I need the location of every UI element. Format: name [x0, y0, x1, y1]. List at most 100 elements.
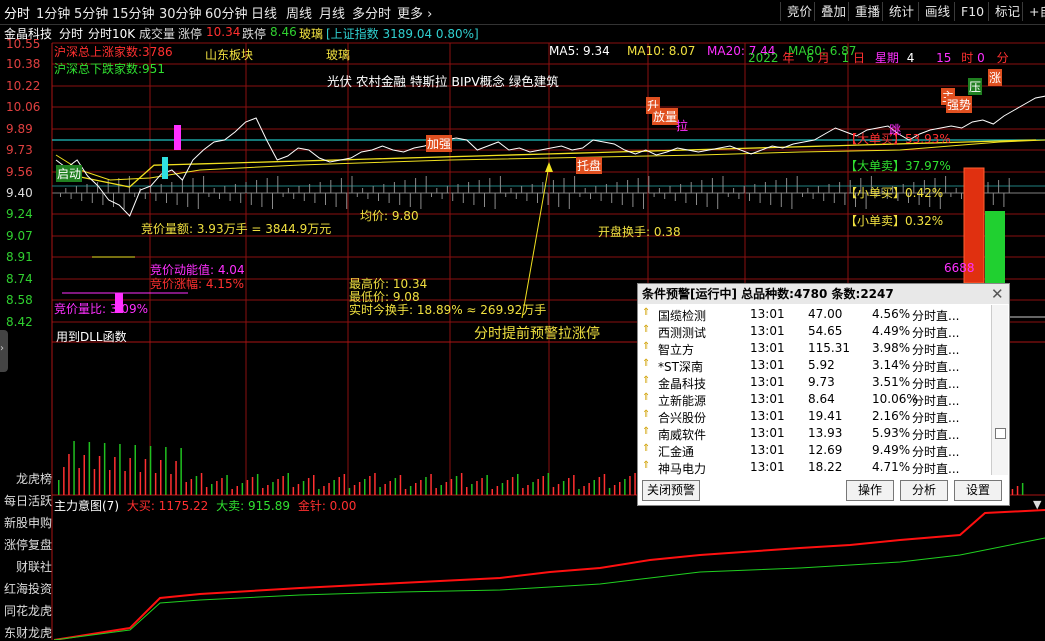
chevron-down-icon[interactable]: ▼ — [1033, 498, 1041, 511]
volume-bar — [629, 476, 631, 495]
volume-bar — [170, 474, 172, 495]
flow-bar — [457, 184, 459, 193]
volume-bar — [455, 476, 458, 495]
volume-bar — [262, 488, 264, 495]
headline: 分时提前预警拉涨停 — [474, 326, 600, 342]
alert-type: 分时直... — [912, 411, 960, 425]
flow-bar — [441, 193, 443, 199]
flow-bar — [282, 193, 284, 197]
scrollbar[interactable] — [991, 305, 1008, 475]
volume-bar — [353, 485, 356, 495]
volume-bar — [369, 476, 371, 495]
alert-row[interactable]: ⇑ 南威软件 13:01 13.93 5.93% 分时直... — [640, 425, 990, 442]
volume-bar — [267, 485, 269, 495]
auction-amount: 竞价量额: 3.93万手 = 3844.9万元 — [141, 222, 332, 236]
alert-row[interactable]: ⇑ 国缆检测 13:01 47.00 4.56% 分时直... — [640, 306, 990, 323]
flow-bar — [812, 193, 814, 199]
auction-bar-magenta — [174, 125, 181, 150]
indicator-buy-line — [53, 509, 1045, 640]
analyze-button[interactable]: 分析 — [900, 480, 948, 501]
volume-bar — [328, 483, 330, 495]
alert-row[interactable]: ⇑ 神马电力 13:01 18.22 4.71% 分时直... — [640, 459, 990, 476]
alert-type: 分时直... — [912, 309, 960, 323]
flow-bar — [446, 186, 448, 193]
flow-bar — [287, 188, 289, 193]
alert-type: 分时直... — [912, 360, 960, 374]
alert-row[interactable]: ⇑ 汇金通 13:01 12.69 9.49% 分时直... — [640, 442, 990, 459]
volume-bar — [302, 481, 305, 495]
volume-bar — [608, 488, 611, 495]
volume-bar — [537, 479, 539, 495]
big-sell-label: 【大单卖】37.97% — [845, 159, 951, 173]
flow-bar — [113, 193, 114, 207]
flow-bar — [356, 193, 358, 197]
volume-bar — [435, 488, 437, 495]
alert-row[interactable]: ⇑ 智立方 13:01 115.31 3.98% 分时直... — [640, 340, 990, 357]
volume-bar — [598, 477, 601, 495]
flow-bar — [537, 193, 538, 203]
close-icon[interactable]: ✕ — [991, 285, 1004, 303]
settings-button[interactable]: 设置 — [954, 480, 1002, 501]
volume-bar — [180, 448, 182, 495]
volume-bar — [394, 478, 397, 495]
alert-row[interactable]: ⇑ 立新能源 13:01 8.64 10.06% 分时直... — [640, 391, 990, 408]
flow-bar — [1003, 193, 1005, 207]
volume-bar — [588, 483, 590, 495]
flow-bar — [213, 188, 215, 193]
alert-stock-name: 合兴股份 — [658, 411, 707, 425]
alert-stock-name: 南威软件 — [658, 428, 707, 442]
flow-bar — [325, 193, 326, 205]
alert-pct: 5.93% — [872, 426, 911, 440]
indicator-sell: 大卖: 915.89 — [216, 499, 290, 513]
tag-ya: 压 — [968, 78, 983, 95]
alert-pct: 3.14% — [872, 358, 911, 372]
volume-bar — [226, 475, 228, 495]
flow-bar — [558, 193, 560, 207]
alert-price: 19.41 — [808, 409, 843, 423]
volume-bar — [542, 476, 544, 495]
alert-price: 115.31 — [808, 341, 850, 355]
tag-jiaqiang: 加强 — [426, 135, 453, 152]
operate-button[interactable]: 操作 — [846, 480, 894, 501]
alert-row[interactable]: ⇑ 金晶科技 13:01 9.73 3.51% 分时直... — [640, 374, 990, 391]
volume-bar — [241, 483, 244, 495]
volume-bar — [379, 487, 381, 495]
flow-bar — [786, 178, 788, 193]
volume-bar — [190, 479, 193, 495]
flow-bar — [473, 193, 475, 205]
tag-la2: 跳 — [889, 123, 902, 137]
volume-bar — [83, 455, 85, 495]
indicator-header: 主力意图(7) 大买: 1175.22 大卖: 915.89 金针: 0.00 — [54, 497, 356, 514]
indicator-name[interactable]: 主力意图(7) — [54, 499, 119, 513]
alert-row[interactable]: ⇑ 西测测试 13:01 54.65 4.49% 分时直... — [640, 323, 990, 340]
down-count: 沪深总下跌家数:951 — [54, 62, 165, 76]
alert-row[interactable]: ⇑ 合兴股份 13:01 19.41 2.16% 分时直... — [640, 408, 990, 425]
flow-bar — [669, 186, 671, 193]
scrollbar-thumb[interactable] — [995, 428, 1006, 439]
flow-bar — [420, 193, 422, 209]
flow-bar — [362, 188, 364, 193]
flow-bar — [60, 193, 61, 197]
flow-bar — [388, 193, 390, 203]
flow-bar — [102, 193, 104, 205]
flow-bar — [574, 176, 576, 193]
flow-bar — [245, 182, 247, 193]
volume-bar — [348, 488, 351, 495]
up-count: 沪深总上涨家数:3786 — [54, 45, 173, 59]
alert-type: 分时直... — [912, 462, 960, 476]
flow-bar — [346, 193, 348, 209]
flow-bar — [637, 178, 639, 193]
alert-row[interactable]: ⇑ *ST深南 13:01 5.92 3.14% 分时直... — [640, 357, 990, 374]
alert-type: 分时直... — [912, 428, 960, 442]
volume-bar — [282, 476, 284, 495]
flow-bar — [266, 178, 268, 193]
region-label: 山东板块 — [205, 48, 254, 62]
close-alert-button[interactable]: 关闭预警 — [642, 480, 700, 501]
volume-bar — [251, 477, 254, 495]
flow-bar — [754, 184, 756, 193]
flow-bar — [515, 193, 517, 199]
alert-stock-name: 智立方 — [658, 343, 695, 357]
flow-bar — [219, 193, 220, 199]
flow-bar — [600, 193, 602, 201]
flow-bar — [627, 180, 629, 193]
